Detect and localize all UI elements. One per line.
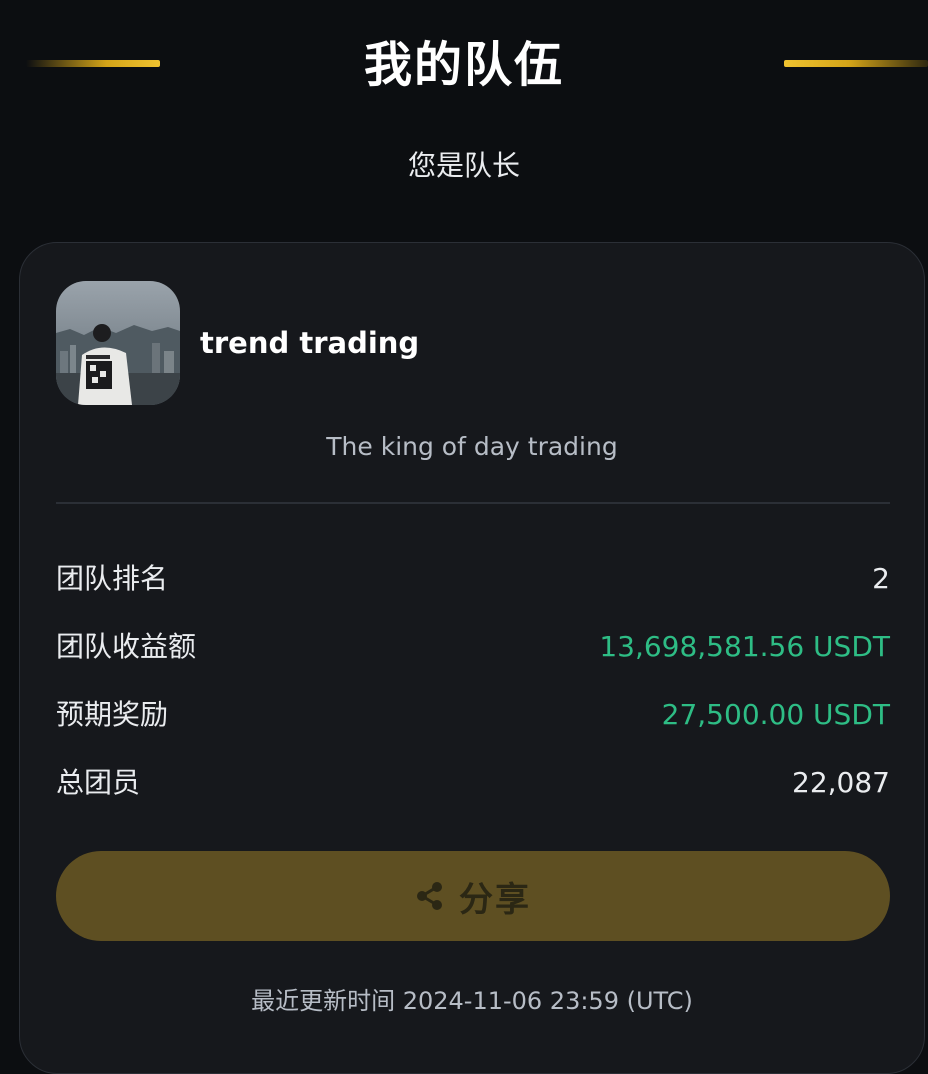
stat-label: 总团员 bbox=[56, 766, 141, 799]
stat-row-total-members: 总团员 22,087 bbox=[56, 761, 890, 805]
stat-label: 团队收益额 bbox=[56, 630, 197, 663]
last-updated-text: 最近更新时间 2024-11-06 23:59 (UTC) bbox=[251, 987, 693, 1015]
team-avatar-photo-icon bbox=[56, 281, 180, 405]
stat-label: 预期奖励 bbox=[56, 698, 169, 731]
team-avatar bbox=[56, 281, 180, 405]
page-header: 我的队伍 bbox=[0, 0, 928, 130]
team-card: trend trading The king of day trading 团队… bbox=[19, 242, 925, 1074]
stat-value: 13,698,581.56 USDT bbox=[599, 630, 890, 663]
stat-value: 2 bbox=[872, 562, 890, 595]
share-icon bbox=[417, 882, 442, 910]
title-decoration-right bbox=[784, 60, 928, 67]
stat-value: 22,087 bbox=[792, 766, 890, 799]
stat-label: 团队排名 bbox=[56, 562, 169, 595]
role-subtitle: 您是队长 bbox=[407, 149, 520, 182]
stat-row-team-earnings: 团队收益额 13,698,581.56 USDT bbox=[56, 625, 890, 669]
stat-row-team-rank: 团队排名 2 bbox=[56, 557, 890, 601]
team-name: trend trading bbox=[200, 326, 420, 360]
share-button[interactable]: 分享 bbox=[56, 851, 890, 941]
team-slogan: The king of day trading bbox=[326, 432, 618, 461]
stat-value: 27,500.00 USDT bbox=[661, 698, 890, 731]
share-button-label: 分享 bbox=[459, 879, 531, 920]
stat-row-expected-reward: 预期奖励 27,500.00 USDT bbox=[56, 693, 890, 737]
divider bbox=[56, 502, 890, 504]
